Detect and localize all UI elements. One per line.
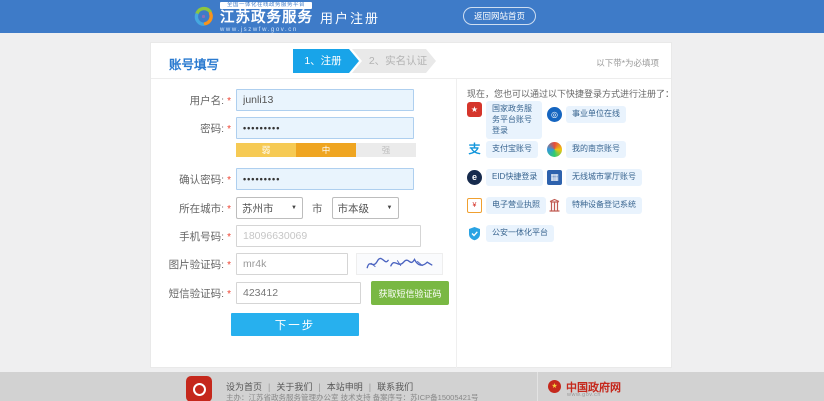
registration-card: 账号填写 1、注册 2、实名认证 以下带*为必填项 用户名:* 密码:* [150, 42, 672, 368]
footer-info: 主办：江苏省政务服务管理办公室 技术支持 备案序号：苏ICP备15005421号 [226, 392, 479, 401]
captcha-image[interactable] [356, 253, 443, 275]
register-form: 用户名:* 密码:* 弱 中 强 确认密码:* [151, 79, 456, 368]
get-sms-code-button[interactable]: 获取短信验证码 [371, 281, 449, 305]
sms-label: 短信验证码:* [151, 286, 231, 301]
quick-item-alipay[interactable]: 支 支付宝账号 [467, 141, 538, 158]
header: 全国一体化在线政务服务平台 江苏政务服务 www.jszwfw.gov.cn 用… [0, 0, 824, 33]
institution-icon: ◎ [547, 107, 562, 122]
quick-item-wireless-city[interactable]: ▦ 无线城市掌厅账号 [547, 169, 642, 186]
required-note: 以下带*为必填项 [596, 57, 659, 69]
section-title: 账号填写 [169, 54, 219, 73]
quick-item-label: 事业单位在线 [566, 106, 626, 123]
quick-item-institution[interactable]: ◎ 事业单位在线 [547, 106, 626, 123]
username-label: 用户名:* [151, 93, 231, 108]
quick-register-title: 现在，您也可以通过以下快捷登录方式进行注册了： [467, 87, 674, 100]
wireless-city-icon: ▦ [547, 170, 562, 185]
captcha-label: 图片验证码:* [151, 257, 231, 272]
required-asterisk: * [227, 124, 231, 135]
chevron-down-icon: ▼ [291, 205, 297, 211]
required-asterisk: * [227, 260, 231, 271]
password-input[interactable] [236, 117, 414, 139]
footer-link-contact[interactable]: 联系我们 [377, 382, 413, 392]
police-shield-icon [467, 226, 482, 241]
required-asterisk: * [227, 96, 231, 107]
quick-item-label: 特种设备登记系统 [566, 197, 642, 214]
card-header: 账号填写 1、注册 2、实名认证 以下带*为必填项 [151, 43, 671, 79]
page-title: 用户注册 [320, 8, 380, 27]
footer: 设为首页|关于我们|本站申明|联系我们 主办：江苏省政务服务管理办公室 技术支持… [0, 372, 824, 401]
required-asterisk: * [227, 175, 231, 186]
quick-item-label: 支付宝账号 [486, 141, 538, 158]
jiangsu-emblem-icon [186, 376, 212, 401]
city-select[interactable]: 苏州市 ▼ [236, 197, 303, 219]
step-indicator: 1、注册 2、实名认证 [293, 49, 436, 73]
footer-divider [537, 372, 538, 401]
e-business-license-icon: ¥ [467, 198, 482, 213]
mobile-row: 手机号码:* [151, 225, 456, 247]
city-unit-label: 市 [312, 201, 323, 216]
username-input[interactable] [236, 89, 414, 111]
my-nanjing-icon [547, 142, 562, 157]
strength-strong: 强 [356, 143, 416, 157]
special-equipment-icon [547, 198, 562, 213]
quick-item-label: 电子营业执照 [486, 197, 546, 214]
district-select[interactable]: 市本级 ▼ [332, 197, 399, 219]
required-asterisk: * [227, 232, 231, 243]
quick-item-e-license[interactable]: ¥ 电子营业执照 [467, 197, 546, 214]
china-gov-site-url: www.gov.cn [567, 392, 601, 398]
confirm-password-label: 确认密码:* [151, 172, 231, 187]
footer-link-statement[interactable]: 本站申明 [327, 382, 363, 392]
eid-icon: e [467, 170, 482, 185]
district-select-value: 市本级 [338, 201, 370, 216]
footer-link-about[interactable]: 关于我们 [276, 382, 312, 392]
next-step-button[interactable]: 下一步 [231, 313, 359, 336]
quick-item-police-platform[interactable]: 公安一体化平台 [467, 225, 554, 242]
username-row: 用户名:* [151, 89, 456, 111]
site-logo-icon [192, 5, 215, 28]
sms-code-input[interactable] [236, 282, 361, 304]
national-platform-banner: 全国一体化在线政务服务平台 [220, 2, 312, 9]
site-name: 江苏政务服务 [220, 10, 312, 27]
national-platform-icon: ★ [467, 102, 482, 117]
quick-item-label: 无线城市掌厅账号 [566, 169, 642, 186]
password-row: 密码:* [151, 117, 456, 139]
quick-item-label: EID快捷登录 [486, 169, 543, 186]
strength-medium: 中 [296, 143, 356, 157]
step-register: 1、注册 [293, 49, 359, 73]
confirm-password-input[interactable] [236, 168, 414, 190]
confirm-password-row: 确认密码:* [151, 168, 456, 190]
site-identity: 全国一体化在线政务服务平台 江苏政务服务 www.jszwfw.gov.cn [220, 2, 312, 33]
quick-item-label: 我的南京账号 [566, 141, 626, 158]
password-strength-row: 弱 中 强 [151, 143, 456, 157]
alipay-icon: 支 [467, 142, 482, 157]
password-strength-meter: 弱 中 强 [236, 143, 416, 157]
required-asterisk: * [227, 289, 231, 300]
site-url: www.jszwfw.gov.cn [220, 27, 312, 33]
quick-item-label: 公安一体化平台 [486, 225, 554, 242]
quick-item-special-equipment[interactable]: 特种设备登记系统 [547, 197, 642, 214]
sms-row: 短信验证码:* 获取短信验证码 [151, 281, 456, 305]
quick-register-panel: 现在，您也可以通过以下快捷登录方式进行注册了： ★ 国家政务服务平台账号登录 ◎… [456, 79, 673, 368]
chevron-down-icon: ▼ [387, 205, 393, 211]
return-home-button[interactable]: 返回网站首页 [463, 7, 536, 25]
mobile-label: 手机号码:* [151, 229, 231, 244]
city-label: 所在城市:* [151, 201, 231, 216]
mobile-input[interactable] [236, 225, 421, 247]
strength-weak: 弱 [236, 143, 296, 157]
quick-item-eid[interactable]: e EID快捷登录 [467, 169, 543, 186]
quick-item-my-nanjing[interactable]: 我的南京账号 [547, 141, 626, 158]
city-select-value: 苏州市 [242, 201, 274, 216]
footer-link-set-home[interactable]: 设为首页 [226, 382, 262, 392]
step-realname: 2、实名认证 [352, 49, 436, 73]
captcha-input[interactable] [236, 253, 348, 275]
registration-page: 全国一体化在线政务服务平台 江苏政务服务 www.jszwfw.gov.cn 用… [0, 0, 824, 401]
china-gov-emblem-icon: ★ [548, 380, 561, 393]
required-asterisk: * [227, 204, 231, 215]
captcha-row: 图片验证码:* [151, 253, 456, 275]
quick-item-national-platform[interactable]: ★ 国家政务服务平台账号登录 [467, 101, 542, 139]
quick-item-label: 国家政务服务平台账号登录 [486, 101, 542, 139]
city-row: 所在城市:* 苏州市 ▼ 市 市本级 ▼ [151, 197, 456, 219]
password-label: 密码:* [151, 121, 231, 136]
